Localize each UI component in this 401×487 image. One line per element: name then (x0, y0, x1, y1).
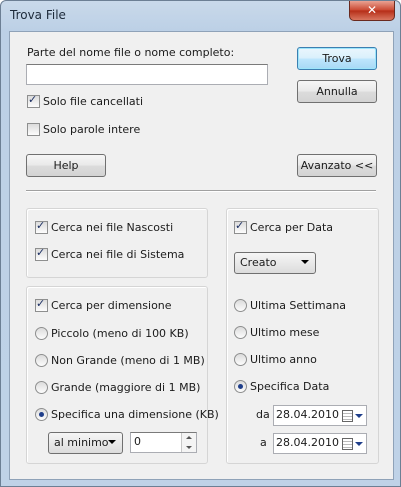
date-type-select[interactable]: Creato (234, 252, 316, 274)
chevron-down-icon (301, 260, 309, 264)
file-name-label: Parte del nome file o nome completo: (27, 46, 235, 59)
help-button[interactable]: Help (26, 154, 106, 177)
close-icon: ✕ (366, 3, 378, 17)
size-filter-checkbox[interactable] (35, 297, 48, 312)
advanced-button[interactable]: Avanzato << (297, 154, 377, 177)
size-large-label: Grande (maggiore di 1 MB) (51, 381, 201, 394)
chevron-down-icon (108, 440, 116, 444)
close-button[interactable]: ✕ (349, 1, 395, 21)
size-specify-radio[interactable] (35, 408, 48, 421)
hidden-files-label: Cerca nei file Nascosti (51, 221, 174, 234)
size-small-radio[interactable] (35, 327, 48, 340)
date-filter-checkbox[interactable] (234, 219, 247, 234)
date-last-year-radio[interactable] (234, 353, 247, 366)
whole-words-checkbox[interactable] (27, 123, 40, 136)
date-last-week-label: Ultima Settimana (250, 299, 347, 312)
system-files-label: Cerca nei file di Sistema (51, 248, 185, 261)
file-name-input[interactable] (26, 64, 268, 85)
date-to-picker[interactable]: 28.04.2010 (273, 433, 367, 454)
title-bar[interactable]: Trova File ✕ (1, 1, 400, 31)
size-large-radio[interactable] (35, 381, 48, 394)
date-to-label: a (260, 436, 267, 449)
date-type-value: Creato (240, 256, 277, 269)
date-panel: Cerca per Data Creato Ultima Settimana U… (226, 208, 379, 464)
size-amount-value: 0 (134, 435, 141, 448)
size-specify-label: Specifica una dimensione (KB) (51, 408, 219, 421)
calendar-icon[interactable] (342, 410, 353, 422)
size-mode-select[interactable]: al minimo (48, 432, 123, 454)
size-not-large-label: Non Grande (meno di 1 MB) (51, 354, 205, 367)
find-file-dialog: Trova File ✕ Parte del nome file o nome … (0, 0, 401, 487)
size-amount-field[interactable]: 0 (130, 432, 197, 453)
size-panel: Cerca per dimensione Piccolo (meno di 10… (26, 286, 219, 464)
date-from-picker[interactable]: 28.04.2010 (273, 405, 367, 426)
deleted-only-checkbox[interactable] (27, 93, 40, 108)
window-title: Trova File (10, 8, 66, 22)
spin-up-icon[interactable] (186, 436, 192, 439)
whole-words-label: Solo parole intere (43, 123, 141, 136)
date-last-month-radio[interactable] (234, 326, 247, 339)
size-filter-label: Cerca per dimensione (51, 299, 172, 312)
chevron-down-icon[interactable] (355, 414, 363, 418)
size-mode-value: al minimo (54, 436, 109, 449)
hidden-files-checkbox[interactable] (35, 219, 48, 234)
date-to-value: 28.04.2010 (276, 436, 339, 449)
calendar-icon[interactable] (342, 438, 353, 450)
separator (26, 190, 376, 192)
attributes-panel: Cerca nei file Nascosti Cerca nei file d… (26, 208, 208, 278)
system-files-checkbox[interactable] (35, 246, 48, 261)
cancel-button[interactable]: Annulla (297, 80, 377, 103)
size-amount-spinner[interactable] (181, 433, 196, 452)
size-not-large-radio[interactable] (35, 354, 48, 367)
date-specify-label: Specifica Data (250, 380, 330, 393)
date-filter-label: Cerca per Data (250, 221, 334, 234)
dialog-client-area: Parte del nome file o nome completo: Tro… (9, 31, 394, 480)
date-last-week-radio[interactable] (234, 299, 247, 312)
size-small-label: Piccolo (meno di 100 KB) (51, 327, 189, 340)
spin-down-icon[interactable] (186, 446, 192, 449)
chevron-down-icon[interactable] (355, 442, 363, 446)
date-from-label: da (256, 408, 270, 421)
date-last-year-label: Ultimo anno (250, 353, 317, 366)
date-last-month-label: Ultimo mese (250, 326, 320, 339)
deleted-only-label: Solo file cancellati (43, 95, 144, 108)
date-specify-radio[interactable] (234, 380, 247, 393)
date-from-value: 28.04.2010 (276, 408, 339, 421)
find-button[interactable]: Trova (297, 47, 377, 70)
